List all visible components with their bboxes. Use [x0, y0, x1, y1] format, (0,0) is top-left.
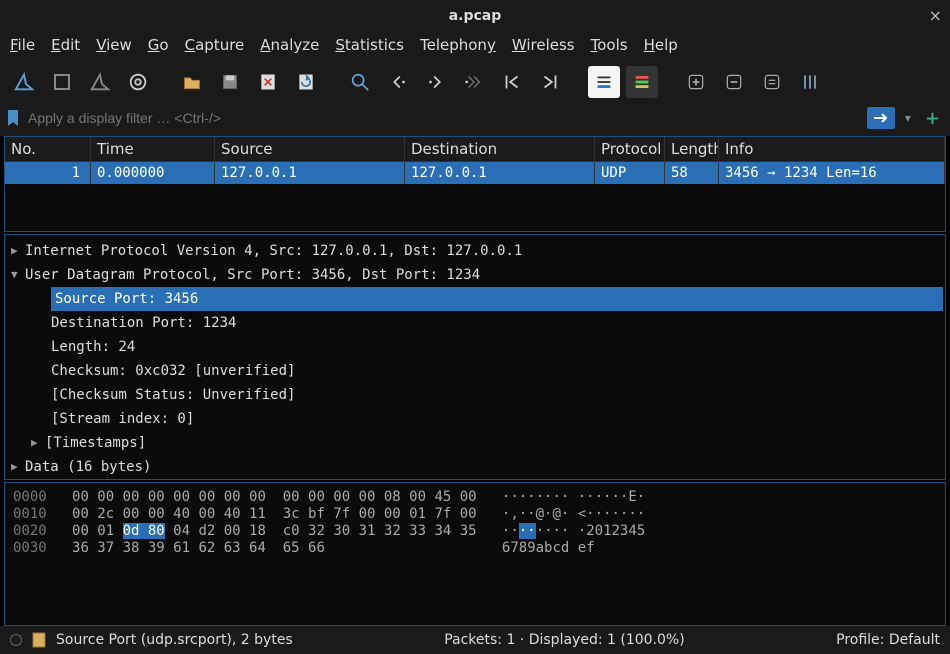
menu-wireless[interactable]: Wireless: [512, 36, 575, 54]
tree-checksum[interactable]: Checksum: 0xc032 [unverified]: [7, 359, 943, 383]
options-icon[interactable]: [122, 66, 154, 98]
expand-icon[interactable]: ▶: [11, 239, 25, 263]
prev-icon[interactable]: [382, 66, 414, 98]
menu-telephony[interactable]: Telephony: [420, 36, 496, 54]
zoom-reset-icon[interactable]: [756, 66, 788, 98]
expand-icon[interactable]: ▶: [31, 431, 45, 455]
col-source[interactable]: Source: [215, 137, 405, 161]
packet-list-pane: No. Time Source Destination Protocol Len…: [4, 136, 946, 232]
packet-details-pane: ▶Internet Protocol Version 4, Src: 127.0…: [4, 234, 946, 480]
packet-list-header: No. Time Source Destination Protocol Len…: [5, 137, 945, 162]
tree-length[interactable]: Length: 24: [7, 335, 943, 359]
tree-timestamps[interactable]: ▶[Timestamps]: [7, 431, 943, 455]
display-filter-input[interactable]: [26, 106, 861, 130]
col-length[interactable]: Length: [665, 137, 719, 161]
packet-row[interactable]: 1 0.000000 127.0.0.1 127.0.0.1 UDP 58 34…: [5, 162, 945, 184]
statusbar: Source Port (udp.srcport), 2 bytes Packe…: [0, 626, 950, 654]
col-destination[interactable]: Destination: [405, 137, 595, 161]
tree-src-port[interactable]: Source Port: 3456: [51, 287, 943, 311]
hex-selection: 0d 80: [123, 523, 165, 539]
cell-info: 3456 → 1234 Len=16: [719, 162, 945, 184]
menu-statistics[interactable]: Statistics: [335, 36, 404, 54]
bookmark-icon[interactable]: [6, 108, 20, 128]
col-protocol[interactable]: Protocol: [595, 137, 665, 161]
col-info[interactable]: Info: [719, 137, 945, 161]
save-icon[interactable]: [214, 66, 246, 98]
zoom-in-icon[interactable]: [680, 66, 712, 98]
status-field: Source Port (udp.srcport), 2 bytes: [56, 632, 293, 648]
filter-bar: ▾ +: [0, 104, 950, 136]
menu-help[interactable]: Help: [644, 36, 678, 54]
collapse-icon[interactable]: ▼: [11, 263, 25, 287]
next-icon[interactable]: [420, 66, 452, 98]
filter-dropdown-icon[interactable]: ▾: [901, 111, 915, 125]
close-icon[interactable]: ×: [929, 6, 942, 25]
tree-data[interactable]: ▶Data (16 bytes): [7, 455, 943, 479]
tree-stream[interactable]: [Stream index: 0]: [7, 407, 943, 431]
status-profile[interactable]: Profile: Default: [836, 632, 940, 648]
last-icon[interactable]: [534, 66, 566, 98]
expert-info-icon[interactable]: [10, 634, 22, 646]
tree-dst-port[interactable]: Destination Port: 1234: [7, 311, 943, 335]
menu-file[interactable]: File: [10, 36, 35, 54]
add-filter-button[interactable]: +: [921, 108, 944, 129]
autoscroll-icon[interactable]: [588, 66, 620, 98]
col-no[interactable]: No.: [5, 137, 91, 161]
menu-analyze[interactable]: Analyze: [260, 36, 319, 54]
cell-destination: 127.0.0.1: [405, 162, 595, 184]
close-file-icon[interactable]: [252, 66, 284, 98]
stop-icon[interactable]: [46, 66, 78, 98]
cell-protocol: UDP: [595, 162, 665, 184]
menu-edit[interactable]: Edit: [51, 36, 80, 54]
cell-length: 58: [665, 162, 719, 184]
tree-ipv4[interactable]: ▶Internet Protocol Version 4, Src: 127.0…: [7, 239, 943, 263]
reload-icon[interactable]: [290, 66, 322, 98]
cell-no: 1: [5, 162, 91, 184]
zoom-out-icon[interactable]: [718, 66, 750, 98]
cell-source: 127.0.0.1: [215, 162, 405, 184]
menu-go[interactable]: Go: [148, 36, 169, 54]
shark-fin-icon[interactable]: [8, 66, 40, 98]
first-icon[interactable]: [496, 66, 528, 98]
jump-icon[interactable]: [458, 66, 490, 98]
menu-tools[interactable]: Tools: [591, 36, 628, 54]
open-icon[interactable]: [176, 66, 208, 98]
packet-bytes-pane[interactable]: 0000 00 00 00 00 00 00 00 00 00 00 00 00…: [4, 482, 946, 626]
titlebar: a.pcap ×: [0, 0, 950, 32]
tree-checksum-status[interactable]: [Checksum Status: Unverified]: [7, 383, 943, 407]
expand-icon[interactable]: ▶: [11, 455, 25, 479]
cell-time: 0.000000: [91, 162, 215, 184]
tree-udp[interactable]: ▼User Datagram Protocol, Src Port: 3456,…: [7, 263, 943, 287]
status-packets: Packets: 1 · Displayed: 1 (100.0%): [444, 632, 684, 648]
capture-file-icon[interactable]: [32, 632, 46, 648]
menu-capture[interactable]: Capture: [185, 36, 245, 54]
find-icon[interactable]: [344, 66, 376, 98]
colorize-icon[interactable]: [626, 66, 658, 98]
resize-cols-icon[interactable]: [794, 66, 826, 98]
restart-icon[interactable]: [84, 66, 116, 98]
menubar: File Edit View Go Capture Analyze Statis…: [0, 32, 950, 60]
toolbar: [0, 60, 950, 104]
window-title: a.pcap: [449, 8, 502, 24]
menu-view[interactable]: View: [96, 36, 132, 54]
apply-filter-button[interactable]: [867, 107, 895, 129]
ascii-selection: ··: [519, 523, 536, 539]
col-time[interactable]: Time: [91, 137, 215, 161]
